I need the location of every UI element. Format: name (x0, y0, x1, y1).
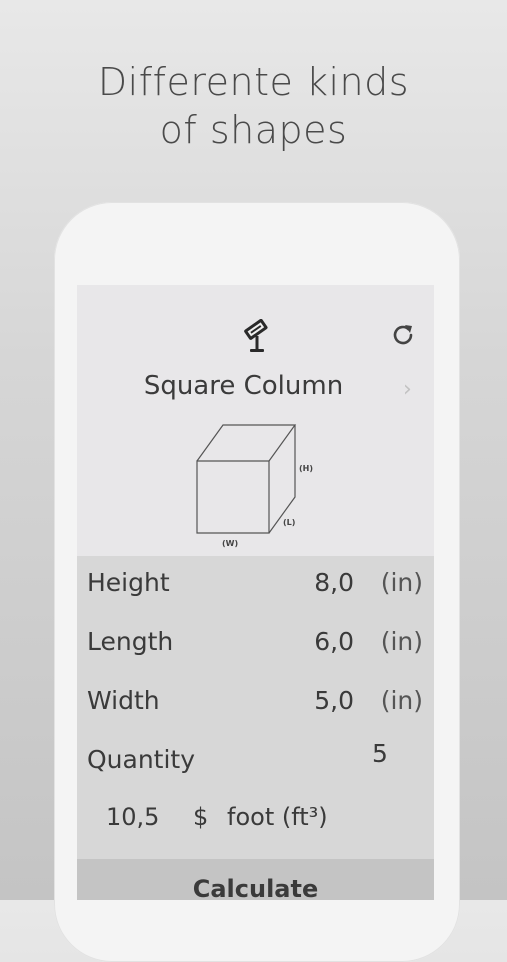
height-unit[interactable]: (in) (381, 568, 423, 597)
shape-title[interactable]: Square Column (77, 371, 410, 401)
headline-line-2: of shapes (159, 108, 348, 152)
calculate-button[interactable]: Calculate (77, 859, 434, 900)
height-row: Height 8,0 (in) (77, 556, 434, 614)
price-unit-select[interactable]: foot (ft³) (227, 803, 328, 831)
headline-line-1: Differente kinds (97, 60, 410, 104)
length-label: (L) (283, 518, 295, 527)
chevron-right-icon[interactable]: › (403, 377, 412, 402)
quantity-input[interactable]: 5 (372, 739, 388, 768)
width-input[interactable]: 5,0 (314, 686, 354, 715)
length-input[interactable]: 6,0 (314, 627, 354, 656)
paint-roller-icon (240, 318, 274, 355)
price-row: 10,5 $ foot (ft³) (77, 801, 434, 841)
height-label-text: Height (87, 568, 170, 597)
quantity-row: Quantity 5 (77, 733, 434, 791)
width-row: Width 5,0 (in) (77, 674, 434, 732)
headline: Differente kinds of shapes (0, 58, 507, 154)
currency-symbol: $ (193, 803, 209, 831)
square-column-diagram: (H) (L) (W) (185, 421, 335, 551)
width-unit[interactable]: (in) (381, 686, 423, 715)
length-row: Length 6,0 (in) (77, 615, 434, 673)
refresh-icon[interactable] (389, 321, 417, 349)
width-label: (W) (222, 539, 238, 548)
height-input[interactable]: 8,0 (314, 568, 354, 597)
quantity-label-text: Quantity (87, 745, 196, 774)
app-screen: Square Column › (H) (L) (W) Height 8,0 (… (77, 285, 434, 900)
price-input[interactable]: 10,5 (106, 803, 159, 831)
length-unit[interactable]: (in) (381, 627, 423, 656)
width-label-text: Width (87, 686, 160, 715)
height-label: (H) (299, 464, 313, 473)
length-label-text: Length (87, 627, 174, 656)
